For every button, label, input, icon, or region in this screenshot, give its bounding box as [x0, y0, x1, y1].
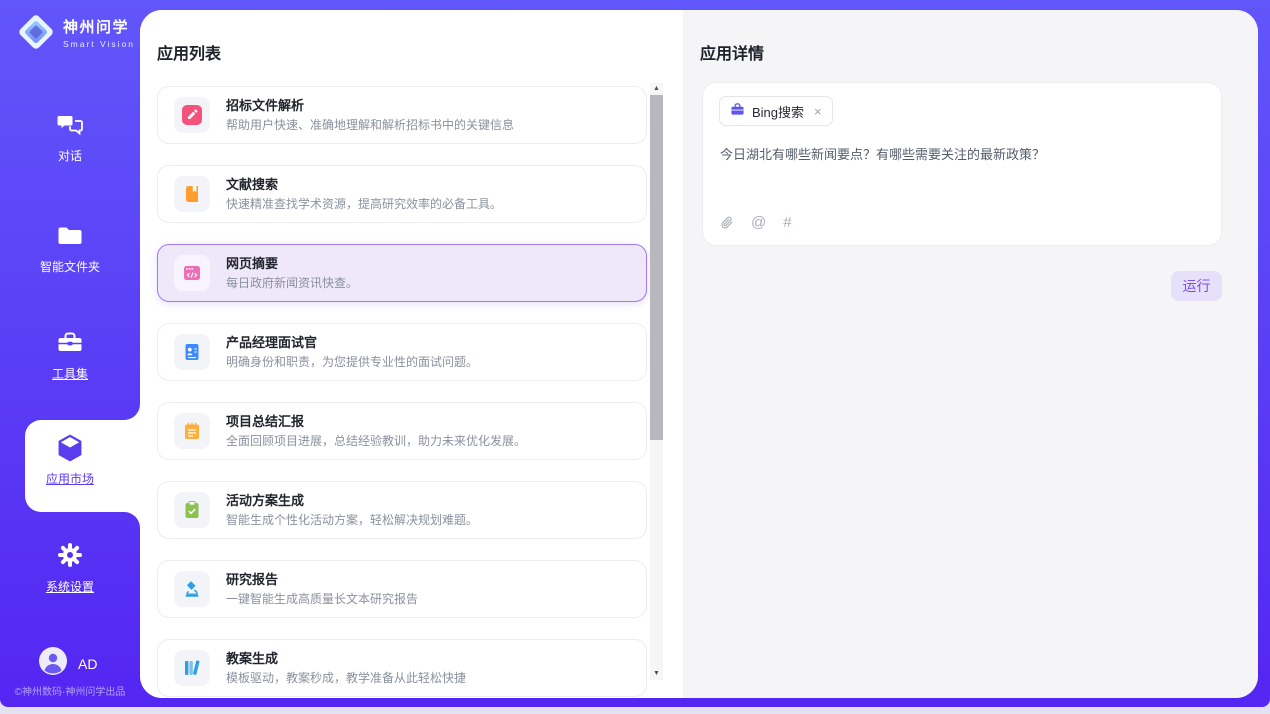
app-list: 招标文件解析 帮助用户快速、准确地理解和解析招标书中的关键信息 文献搜索 快速精…	[157, 86, 647, 697]
sidebar-item-chat[interactable]: 对话	[0, 110, 140, 165]
briefcase-icon	[730, 102, 745, 120]
app-card-title: 招标文件解析	[226, 98, 514, 114]
app-card-description: 快速精准查找学术资源，提高研究效率的必备工具。	[226, 197, 502, 211]
tool-tag-label: Bing搜索	[752, 102, 804, 121]
brand-logo: 神州问学 Smart Vision	[16, 12, 135, 57]
scrollbar-down-icon[interactable]: ▼	[650, 669, 663, 679]
user-initials: AD	[78, 656, 97, 672]
app-card-description: 智能生成个性化活动方案，轻松解决规划难题。	[226, 513, 478, 527]
app-card-description: 一键智能生成高质量长文本研究报告	[226, 592, 418, 606]
hash-icon[interactable]: #	[783, 214, 791, 231]
app-card-title: 教案生成	[226, 651, 466, 667]
mention-icon[interactable]: @	[751, 214, 766, 231]
note-icon	[182, 421, 202, 441]
clipboard-check-icon	[182, 500, 202, 520]
sidebar-item-smart-folder[interactable]: 智能文件夹	[0, 221, 140, 276]
chat-icon	[0, 110, 140, 142]
sidebar-item-settings[interactable]: 系统设置	[0, 541, 140, 596]
close-icon[interactable]: ×	[814, 105, 822, 118]
app-card-title: 项目总结汇报	[226, 414, 526, 430]
app-card-description: 全面回顾项目进展，总结经验教训，助力未来优化发展。	[226, 434, 526, 448]
app-detail-title: 应用详情	[700, 40, 764, 64]
sidebar-item-label: 对话	[58, 147, 82, 164]
folder-icon	[0, 221, 140, 253]
app-card[interactable]: 活动方案生成 智能生成个性化活动方案，轻松解决规划难题。	[157, 481, 647, 539]
content-panels: 应用列表 招标文件解析 帮助用户快速、准确地理解和解析招标书中的关键信息 文献搜…	[140, 10, 1258, 698]
sidebar-item-label: 系统设置	[46, 578, 94, 595]
browser-code-icon	[182, 263, 202, 283]
toolbox-icon	[0, 328, 140, 360]
scrollbar-up-icon[interactable]: ▲	[650, 84, 663, 94]
run-button[interactable]: 运行	[1171, 271, 1222, 301]
app-card-description: 模板驱动，教案秒成，教学准备从此轻松快捷	[226, 671, 466, 685]
brand-title: 神州问学	[63, 20, 135, 37]
tool-tag-bing-search[interactable]: Bing搜索 ×	[719, 96, 833, 126]
app-list-title: 应用列表	[157, 40, 221, 64]
books-icon	[182, 658, 202, 678]
sidebar-item-label: 智能文件夹	[40, 258, 100, 275]
gear-icon	[0, 541, 140, 573]
question-card: Bing搜索 × 今日湖北有哪些新闻要点？有哪些需要关注的最新政策？ @ #	[702, 82, 1222, 246]
resume-icon	[182, 342, 202, 362]
app-card[interactable]: 产品经理面试官 明确身份和职责，为您提供专业性的面试问题。	[157, 323, 647, 381]
app-card-description: 帮助用户快速、准确地理解和解析招标书中的关键信息	[226, 118, 514, 132]
bump-notch-top	[124, 404, 140, 420]
scrollbar[interactable]: ▲ ▼	[650, 83, 663, 680]
app-card-description: 明确身份和职责，为您提供专业性的面试问题。	[226, 355, 478, 369]
sidebar-item-label: 工具集	[52, 365, 88, 382]
app-card-title: 网页摘要	[226, 256, 358, 272]
app-list-panel: 应用列表 招标文件解析 帮助用户快速、准确地理解和解析招标书中的关键信息 文献搜…	[140, 10, 683, 698]
cube-icon	[0, 433, 140, 465]
app-card[interactable]: 文献搜索 快速精准查找学术资源，提高研究效率的必备工具。	[157, 165, 647, 223]
app-detail-panel: 应用详情 Bing搜索 × 今日湖北有哪些新闻要点？有哪些需要关注的最新政策？	[683, 10, 1258, 698]
microscope-icon	[182, 579, 202, 599]
sidebar-item-toolset[interactable]: 工具集	[0, 328, 140, 383]
app-card-title: 文献搜索	[226, 177, 502, 193]
input-toolbar: @ #	[720, 214, 792, 231]
app-card-title: 研究报告	[226, 572, 418, 588]
app-window: 神州问学 Smart Vision 对话 智能文件夹 工具集 应用市场 系统设置	[0, 0, 1270, 714]
app-card[interactable]: 研究报告 一键智能生成高质量长文本研究报告	[157, 560, 647, 618]
sidebar-item-app-market[interactable]: 应用市场	[0, 433, 140, 488]
book-icon	[182, 184, 202, 204]
copyright-footer: ©神州数码·神州问学出品	[0, 683, 140, 698]
paperclip-icon[interactable]	[720, 215, 734, 230]
app-card[interactable]: 项目总结汇报 全面回顾项目进展，总结经验教训，助力未来优化发展。	[157, 402, 647, 460]
avatar	[39, 647, 67, 680]
sidebar-item-label: 应用市场	[46, 470, 94, 487]
pen-square-icon	[182, 105, 202, 125]
diamond-logo-icon	[16, 12, 56, 57]
app-card[interactable]: 网页摘要 每日政府新闻资讯快查。	[157, 244, 647, 302]
app-card[interactable]: 教案生成 模板驱动，教案秒成，教学准备从此轻松快捷	[157, 639, 647, 697]
bump-notch-bottom	[124, 512, 140, 528]
user-account[interactable]: AD	[39, 647, 97, 680]
app-card-title: 活动方案生成	[226, 493, 478, 509]
brand-subtitle: Smart Vision	[63, 39, 135, 49]
sidebar: 神州问学 Smart Vision 对话 智能文件夹 工具集 应用市场 系统设置	[0, 0, 140, 707]
app-card-title: 产品经理面试官	[226, 335, 478, 351]
scrollbar-thumb[interactable]	[650, 95, 663, 440]
app-card-description: 每日政府新闻资讯快查。	[226, 276, 358, 290]
question-input[interactable]: 今日湖北有哪些新闻要点？有哪些需要关注的最新政策？	[720, 145, 1205, 165]
app-card[interactable]: 招标文件解析 帮助用户快速、准确地理解和解析招标书中的关键信息	[157, 86, 647, 144]
